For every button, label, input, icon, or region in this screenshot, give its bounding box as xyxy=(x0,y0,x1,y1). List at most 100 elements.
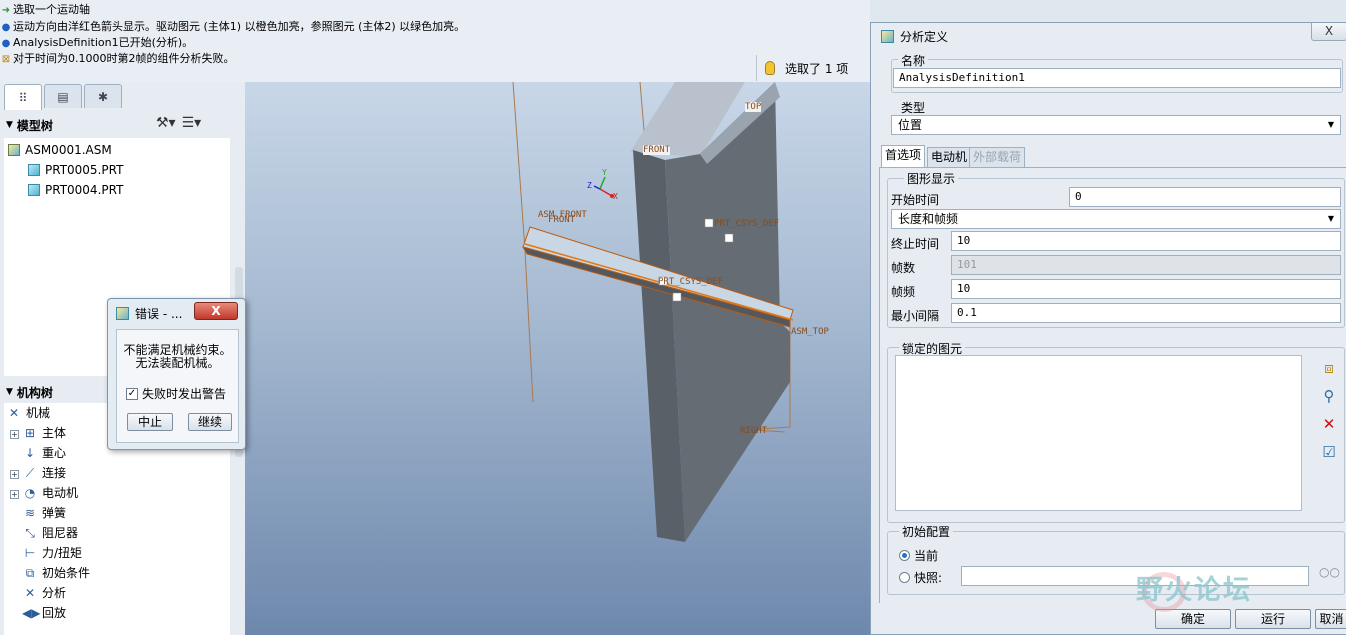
delete-icon[interactable]: ✕ xyxy=(1319,415,1339,435)
frame-rate-label: 帧频 xyxy=(891,285,916,299)
body-icon: ⊞ xyxy=(24,426,36,440)
warning-icon: ⊠ xyxy=(1,54,11,65)
name-label: 名称 xyxy=(898,52,929,69)
cancel-button[interactable]: 取消 xyxy=(1315,609,1346,629)
csys-label-2[interactable]: PRT_CSYS_DEF xyxy=(658,277,723,287)
selection-status: 选取了 1 项 xyxy=(785,61,849,76)
warn-on-failure-checkbox[interactable]: ✓ 失败时发出警告 xyxy=(126,385,226,402)
tab-preferences[interactable]: 首选项 xyxy=(881,145,926,167)
locked-entities-list[interactable] xyxy=(895,355,1302,511)
spring-icon: ≋ xyxy=(24,506,36,520)
continue-button[interactable]: 继续 xyxy=(188,413,232,431)
csys-marker xyxy=(672,292,682,302)
tab-model-tree[interactable]: ⠿ xyxy=(4,84,42,110)
message-text: 运动方向由洋红色箭头显示。驱动图元 (主体1) 以橙色加亮，参照图元 (主体2)… xyxy=(13,20,466,33)
expand-icon[interactable]: + xyxy=(10,470,19,479)
close-button[interactable]: X xyxy=(194,302,238,320)
selection-status-bar[interactable]: 选取了 1 项 xyxy=(756,55,870,81)
info-bullet-icon: ● xyxy=(1,22,11,33)
show-list-icon[interactable]: ☰▾ xyxy=(182,115,202,131)
mech-item-forces[interactable]: ⊢ 力/扭矩 xyxy=(22,543,82,563)
tab-favorites[interactable]: ✱ xyxy=(84,84,122,108)
z-axis-line xyxy=(593,185,601,190)
assembly-icon xyxy=(8,144,20,156)
time-mode-selected-value: 长度和帧频 xyxy=(898,212,959,226)
tab-external-loads: 外部载荷 xyxy=(969,147,1026,167)
datum-label-right[interactable]: RIGHT xyxy=(740,426,767,436)
mech-item-analyses[interactable]: ✕ 分析 xyxy=(22,583,66,603)
expand-icon[interactable]: + xyxy=(10,430,19,439)
window-icon xyxy=(881,29,894,43)
message-line: ● 运动方向由洋红色箭头显示。驱动图元 (主体1) 以橙色加亮，参照图元 (主体2… xyxy=(0,19,466,35)
gravity-icon: ↓ xyxy=(24,446,36,460)
mech-item-label: 电动机 xyxy=(42,486,79,500)
tree-item-part[interactable]: PRT0005.PRT xyxy=(28,160,123,180)
analysis-dialog-titlebar[interactable]: 分析定义 xyxy=(871,23,1346,49)
snapshot-input[interactable] xyxy=(961,566,1309,586)
mech-item-dampers[interactable]: ⤡ 阻尼器 xyxy=(22,523,78,543)
type-label: 类型 xyxy=(898,99,929,116)
mechanism-tree-title: 机构树 xyxy=(16,385,53,400)
radio-selected-icon[interactable] xyxy=(899,550,910,561)
csys-label-1[interactable]: PRT_CSYS_DEF xyxy=(714,219,779,229)
analysis-dialog-title: 分析定义 xyxy=(900,29,949,44)
snapshot-radio[interactable]: 快照: xyxy=(899,569,942,586)
min-interval-label: 最小间隔 xyxy=(891,309,940,323)
lock-body-icon[interactable]: ⧈ xyxy=(1319,359,1339,379)
lock-connection-icon[interactable]: ⚲ xyxy=(1319,387,1339,407)
mech-item-bodies[interactable]: + ⊞ 主体 xyxy=(10,423,66,443)
tab-motors[interactable]: 电动机 xyxy=(927,147,972,167)
error-message: 不能满足机械约束。 无法装配机械。 xyxy=(117,344,238,370)
mech-item-label: 主体 xyxy=(42,426,67,440)
current-radio[interactable]: 当前 xyxy=(899,547,938,564)
error-dialog: 错误 - ... X 不能满足机械约束。 无法装配机械。 ✓ 失败时发出警告 中… xyxy=(107,298,246,450)
mech-item-root[interactable]: ✕ 机械 xyxy=(6,403,50,423)
time-mode-select[interactable]: 长度和帧频 ▼ xyxy=(891,209,1341,229)
name-input[interactable]: AnalysisDefinition1 xyxy=(893,68,1341,88)
mech-item-motors[interactable]: + ◔ 电动机 xyxy=(10,483,78,503)
mech-item-playbacks[interactable]: ◀▶ 回放 xyxy=(22,603,66,623)
close-button[interactable]: X xyxy=(1311,23,1346,41)
expand-icon[interactable]: + xyxy=(10,490,19,499)
mech-item-connections[interactable]: + ⟋ 连接 xyxy=(10,463,66,483)
x-axis-line xyxy=(599,188,613,197)
collapse-icon: ▼ xyxy=(6,120,13,130)
mech-item-label: 机械 xyxy=(26,406,51,420)
abort-button[interactable]: 中止 xyxy=(127,413,173,431)
settings-tools-icon[interactable]: ⚒▾ xyxy=(156,115,176,131)
start-time-label: 开始时间 xyxy=(891,193,940,207)
triad-y-label: Y xyxy=(602,168,607,177)
snapshot-radio-label: 快照: xyxy=(914,571,943,585)
csys-marker xyxy=(724,233,734,243)
mech-item-gravity[interactable]: ↓ 重心 xyxy=(22,443,66,463)
graphics-viewport[interactable]: TOP FRONT FRONT ASM_FRONT PRT_CSYS_DEF P… xyxy=(245,82,870,635)
tab-folder-browser[interactable]: ▤ xyxy=(44,84,82,108)
mech-item-initial-conditions[interactable]: ⧉ 初始条件 xyxy=(22,563,90,583)
glasses-icon[interactable]: ○○ xyxy=(1319,565,1340,585)
datum-label-front[interactable]: FRONT xyxy=(643,145,671,155)
analysis-icon: ✕ xyxy=(24,586,36,600)
collapse-icon: ▼ xyxy=(6,387,13,397)
frame-rate-input[interactable]: 10 xyxy=(951,279,1341,299)
tree-item-part[interactable]: PRT0004.PRT xyxy=(28,180,123,200)
ok-button[interactable]: 确定 xyxy=(1155,609,1231,629)
datum-label-asm-top[interactable]: ASM_TOP xyxy=(791,327,829,337)
model-tree-tools: ⚒▾ ☰▾ xyxy=(156,115,201,131)
checkbox-checked-icon[interactable]: ✓ xyxy=(126,387,138,400)
mech-item-label: 阻尼器 xyxy=(42,526,79,540)
radio-unselected-icon[interactable] xyxy=(899,572,910,583)
tree-item-assembly[interactable]: ASM0001.ASM xyxy=(8,140,112,160)
chevron-down-icon: ▼ xyxy=(1327,214,1334,223)
mech-item-springs[interactable]: ≋ 弹簧 xyxy=(22,503,66,523)
y-axis-line xyxy=(599,176,606,190)
end-time-input[interactable]: 10 xyxy=(951,231,1341,251)
datum-label-asm-front[interactable]: ASM_FRONT xyxy=(538,210,587,220)
type-select[interactable]: 位置 ▼ xyxy=(891,115,1341,135)
message-text: 选取一个运动轴 xyxy=(13,3,90,16)
star-icon: ✱ xyxy=(97,89,109,104)
run-button[interactable]: 运行 xyxy=(1235,609,1311,629)
start-time-input[interactable]: 0 xyxy=(1069,187,1341,207)
datum-label-top[interactable]: TOP xyxy=(745,102,762,112)
enable-connection-icon[interactable]: ☑ xyxy=(1319,443,1339,463)
min-interval-input[interactable]: 0.1 xyxy=(951,303,1341,323)
